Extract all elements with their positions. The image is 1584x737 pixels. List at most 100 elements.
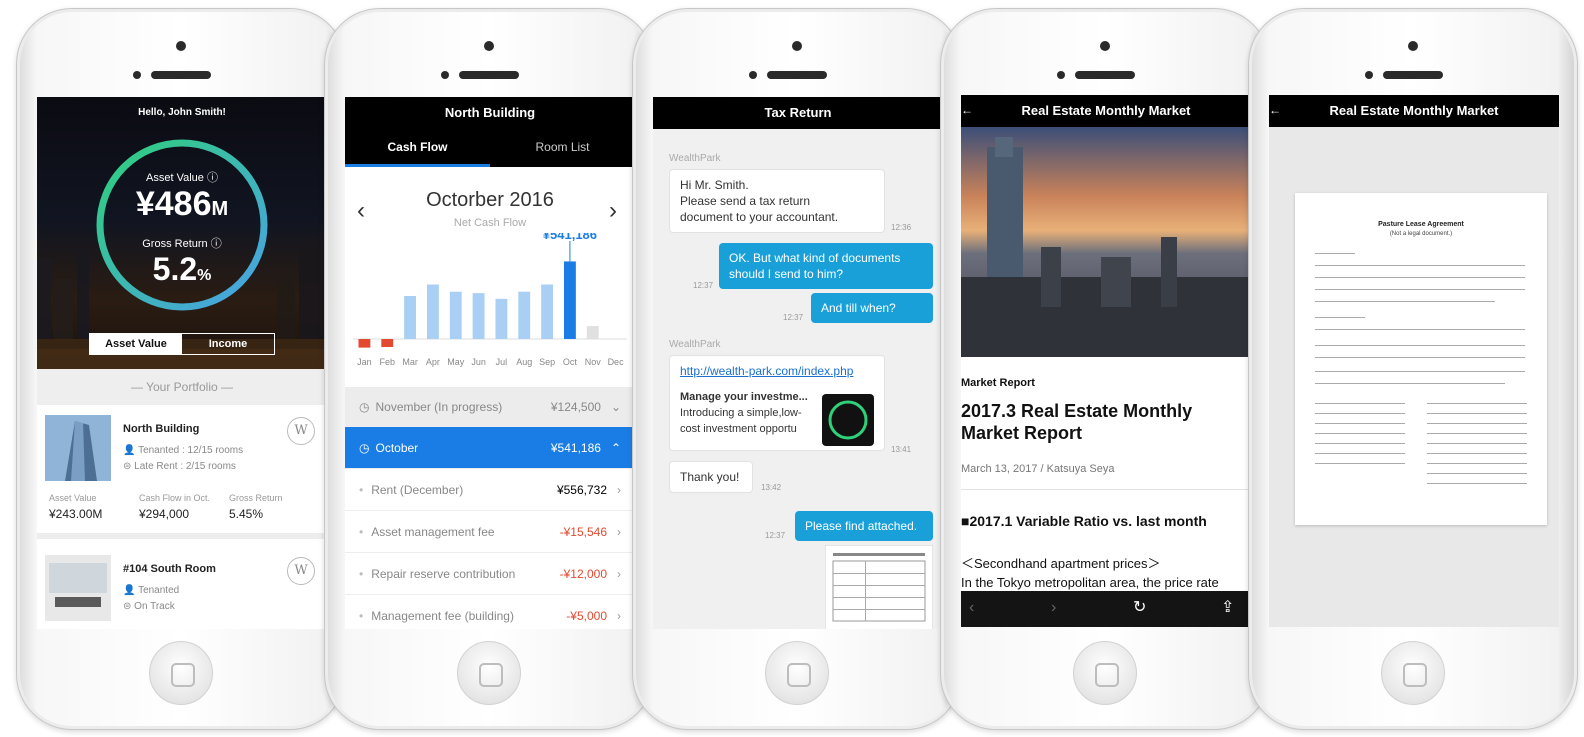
row-value: -¥15,546 — [559, 524, 607, 539]
property-card-north-building[interactable]: North Building 👤 Tenanted : 12/15 rooms … — [37, 405, 327, 539]
screen-cashflow: North Building Cash Flow Room List ‹ › O… — [345, 97, 635, 629]
sender-name: WealthPark — [669, 339, 721, 350]
link-preview-message[interactable]: http://wealth-park.com/index.php Manage … — [669, 355, 885, 451]
list-item-repair-reserve[interactable]: • Repair reserve contribution -¥12,000 › — [345, 553, 635, 595]
property-card-south-room[interactable]: #104 South Room 👤 Tenanted ⊜ On Track W — [37, 545, 327, 629]
section-heading: ■2017.1 Variable Ratio vs. last month — [961, 513, 1207, 529]
home-button[interactable] — [765, 641, 829, 705]
share-icon[interactable]: ⇪ — [1221, 597, 1234, 617]
back-arrow-icon[interactable]: ← — [1269, 103, 1281, 117]
bar-jan[interactable] — [358, 339, 371, 348]
tick-label-may: May — [447, 357, 465, 367]
list-item-management-fee[interactable]: • Management fee (building) -¥5,000 › — [345, 595, 635, 629]
timestamp: 12:37 — [783, 313, 804, 322]
bar-nov[interactable] — [586, 326, 599, 339]
app-screenshots-collage: Hello, John Smith! Asset Value ⓘ ¥486M G… — [0, 0, 1584, 737]
screen-article: Real Estate Monthly Market ← Market Repo… — [961, 95, 1251, 627]
bar-apr[interactable] — [426, 284, 439, 339]
back-arrow-icon[interactable]: ‹ — [969, 599, 974, 617]
speaker — [767, 71, 827, 79]
bar-mar[interactable] — [404, 296, 417, 339]
toggle-income[interactable]: Income — [182, 334, 274, 354]
bar-feb[interactable] — [381, 339, 394, 347]
toggle-asset-value[interactable]: Asset Value — [90, 334, 182, 354]
phone-document: Real Estate Monthly Market ← Pasture Lea… — [1248, 8, 1578, 730]
tab-room-list[interactable]: Room List — [490, 129, 635, 167]
sensor — [749, 71, 757, 79]
speaker — [151, 71, 211, 79]
camera — [1408, 41, 1418, 51]
clock-icon: ◷ — [359, 440, 370, 455]
tick-label-feb: Feb — [379, 357, 395, 367]
home-button[interactable] — [149, 641, 213, 705]
sensor — [1057, 71, 1065, 79]
bar-aug[interactable] — [518, 291, 531, 339]
row-value: -¥12,000 — [559, 566, 607, 581]
article-byline: March 13, 2017 / Katsuya Seya — [961, 463, 1115, 475]
chevron-right-icon: › — [617, 608, 621, 623]
camera — [1100, 41, 1110, 51]
list-item-asset-management-fee[interactable]: • Asset management fee -¥15,546 › — [345, 511, 635, 553]
divider — [961, 489, 1251, 490]
property-stats: Asset Value ¥243.00M Cash Flow in Oct. ¥29… — [49, 493, 319, 521]
home-button[interactable] — [457, 641, 521, 705]
bar-jun[interactable] — [472, 293, 485, 339]
phone-cashflow: North Building Cash Flow Room List ‹ › O… — [324, 8, 654, 730]
row-value: ¥124,500 — [550, 399, 601, 414]
bar-may[interactable] — [449, 291, 462, 339]
nav-title: Real Estate Monthly Market — [1269, 95, 1559, 127]
tab-bar: Cash Flow Room List — [345, 129, 635, 167]
preview-thumbnail — [822, 394, 874, 446]
asset-value-label: Asset Value ⓘ — [146, 172, 218, 184]
screen-document: Real Estate Monthly Market ← Pasture Lea… — [1269, 95, 1559, 627]
bar-sep[interactable] — [541, 284, 554, 339]
tick-label-apr: Apr — [426, 357, 440, 367]
greeting: Hello, John Smith! — [138, 107, 226, 118]
stat-value: ¥243.00M — [49, 507, 103, 521]
stat-value: ¥294,000 — [139, 507, 190, 521]
nav-title: Real Estate Monthly Market — [961, 95, 1251, 127]
building-photo — [45, 415, 111, 481]
list-item-november[interactable]: ◷ November (In progress) ¥124,500 ⌄ — [345, 387, 635, 427]
info-icon[interactable]: ⓘ — [211, 238, 222, 250]
bar-oct[interactable] — [563, 261, 576, 339]
attached-document-image[interactable] — [825, 545, 933, 629]
tick-label-mar: Mar — [402, 357, 418, 367]
gross-return-value: 5.2% — [152, 251, 212, 287]
tokyo-skyline-photo — [961, 127, 1251, 357]
chevron-right-icon: › — [617, 566, 621, 581]
row-label: Management fee (building) — [371, 608, 514, 623]
tick-label-jun: Jun — [471, 357, 486, 367]
sensor — [1365, 71, 1373, 79]
camera — [484, 41, 494, 51]
tick-label-jan: Jan — [357, 357, 372, 367]
timestamp: 12:37 — [765, 531, 786, 540]
chevron-down-icon: ⌄ — [610, 399, 621, 414]
sensor — [441, 71, 449, 79]
tick-label-jul: Jul — [496, 357, 508, 367]
bar-jul[interactable] — [495, 298, 508, 339]
wealthpark-logo-icon: W — [287, 557, 315, 585]
tick-label-dec: Dec — [608, 357, 625, 367]
home-button[interactable] — [1381, 641, 1445, 705]
list-item-october[interactable]: ◷ October ¥541,186 ⌃ — [345, 427, 635, 469]
yen-coin-icon: ⊜ — [123, 461, 132, 472]
forward-arrow-icon[interactable]: › — [1051, 599, 1056, 617]
list-item-rent[interactable]: • Rent (December) ¥556,732 › — [345, 469, 635, 511]
message-link[interactable]: http://wealth-park.com/index.php — [680, 363, 874, 379]
reload-icon[interactable]: ↻ — [1133, 597, 1146, 617]
home-button[interactable] — [1073, 641, 1137, 705]
tick-label-aug: Aug — [516, 357, 532, 367]
screen-portfolio: Hello, John Smith! Asset Value ⓘ ¥486M G… — [37, 97, 327, 629]
asset-value: ¥486M — [135, 185, 229, 223]
back-arrow-icon[interactable]: ← — [961, 103, 973, 117]
tab-cash-flow[interactable]: Cash Flow — [345, 129, 490, 167]
sender-name: WealthPark — [669, 153, 721, 164]
tick-label-oct: Oct — [563, 357, 578, 367]
tick-label-nov: Nov — [585, 357, 602, 367]
phone-portfolio: Hello, John Smith! Asset Value ⓘ ¥486M G… — [16, 8, 346, 730]
article-kicker: Market Report — [961, 377, 1035, 389]
message-incoming: Hi Mr. Smith. Please send a tax return doc… — [669, 169, 885, 233]
info-icon[interactable]: ⓘ — [207, 172, 218, 184]
nav-title: North Building — [345, 97, 635, 129]
